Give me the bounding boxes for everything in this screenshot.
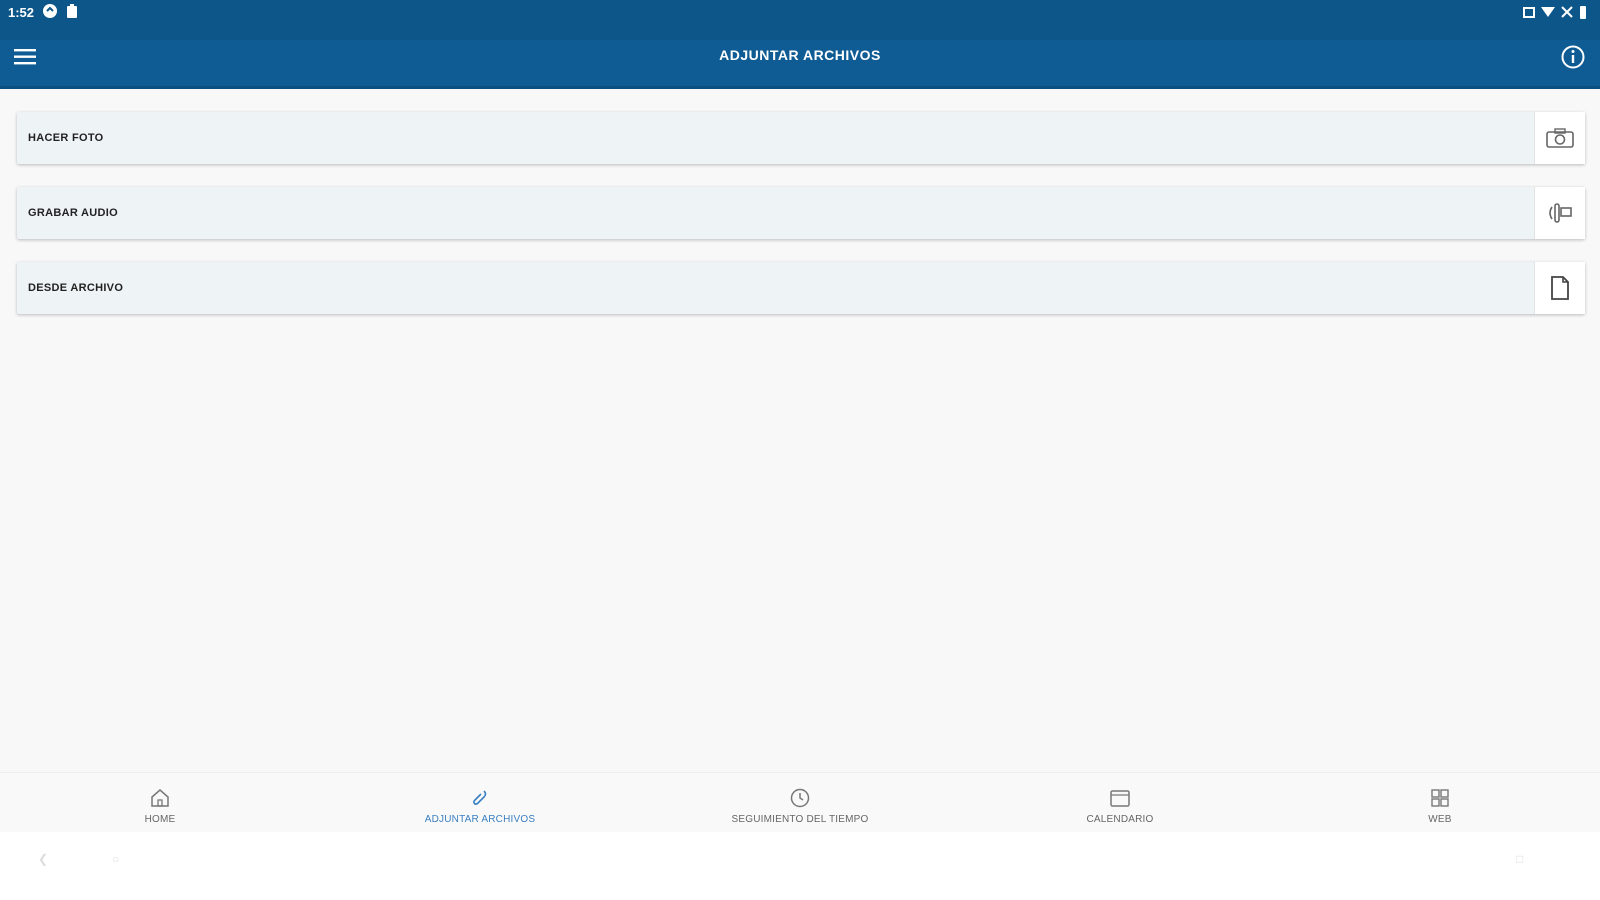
nav-calendar-label: CALENDARIO bbox=[1086, 814, 1154, 825]
info-button[interactable] bbox=[1560, 44, 1586, 70]
back-icon[interactable]: ❮ bbox=[38, 852, 48, 866]
take-photo-row[interactable]: HACER FOTO bbox=[17, 112, 1585, 164]
attach-options-list: HACER FOTO GRABAR AUDIO DESDE ARCHIVO bbox=[17, 112, 1585, 337]
sim-icon bbox=[1523, 7, 1535, 18]
home-icon bbox=[151, 789, 169, 807]
audio-icon bbox=[1549, 203, 1572, 223]
battery-icon bbox=[1580, 6, 1586, 19]
app-bar: ADJUNTAR ARCHIVOS bbox=[0, 40, 1600, 89]
signal-icon bbox=[1561, 6, 1573, 18]
sync-icon bbox=[43, 4, 57, 18]
grid-icon bbox=[1431, 789, 1449, 807]
nav-calendar[interactable]: CALENDARIO bbox=[960, 773, 1280, 833]
camera-icon bbox=[1546, 128, 1574, 148]
take-photo-label: HACER FOTO bbox=[28, 132, 104, 144]
clipboard-icon bbox=[67, 4, 77, 18]
nav-home[interactable]: HOME bbox=[0, 773, 320, 833]
record-audio-label: GRABAR AUDIO bbox=[28, 207, 118, 219]
clock-icon bbox=[790, 788, 810, 808]
file-button[interactable] bbox=[1534, 262, 1585, 314]
bottom-navigation: HOME ADJUNTAR ARCHIVOS SEGUIMIENTO DEL T… bbox=[0, 772, 1600, 833]
home-button-icon[interactable]: ○ bbox=[112, 852, 119, 866]
page-title: ADJUNTAR ARCHIVOS bbox=[719, 47, 881, 63]
nav-time-tracking[interactable]: SEGUIMIENTO DEL TIEMPO bbox=[640, 773, 960, 833]
wifi-icon bbox=[1541, 7, 1555, 17]
from-file-row[interactable]: DESDE ARCHIVO bbox=[17, 262, 1585, 314]
nav-home-label: HOME bbox=[144, 814, 176, 825]
nav-time-tracking-label: SEGUIMIENTO DEL TIEMPO bbox=[731, 814, 869, 825]
record-audio-row[interactable]: GRABAR AUDIO bbox=[17, 187, 1585, 239]
file-icon bbox=[1551, 276, 1569, 300]
nav-web[interactable]: WEB bbox=[1280, 773, 1600, 833]
attachment-icon bbox=[473, 790, 487, 805]
from-file-label: DESDE ARCHIVO bbox=[28, 282, 124, 294]
nav-web-label: WEB bbox=[1428, 814, 1452, 825]
calendar-icon bbox=[1110, 790, 1130, 807]
nav-attach-files-label: ADJUNTAR ARCHIVOS bbox=[424, 814, 536, 825]
system-navigation-bar: ❮ ○ □ bbox=[0, 832, 1600, 900]
status-bar: 1:52 bbox=[0, 0, 1600, 40]
audio-button[interactable] bbox=[1534, 187, 1585, 239]
info-icon bbox=[1561, 45, 1585, 69]
status-time: 1:52 bbox=[8, 5, 35, 20]
camera-button[interactable] bbox=[1534, 112, 1585, 164]
recents-icon[interactable]: □ bbox=[1516, 852, 1523, 866]
nav-attach-files[interactable]: ADJUNTAR ARCHIVOS bbox=[320, 773, 640, 833]
